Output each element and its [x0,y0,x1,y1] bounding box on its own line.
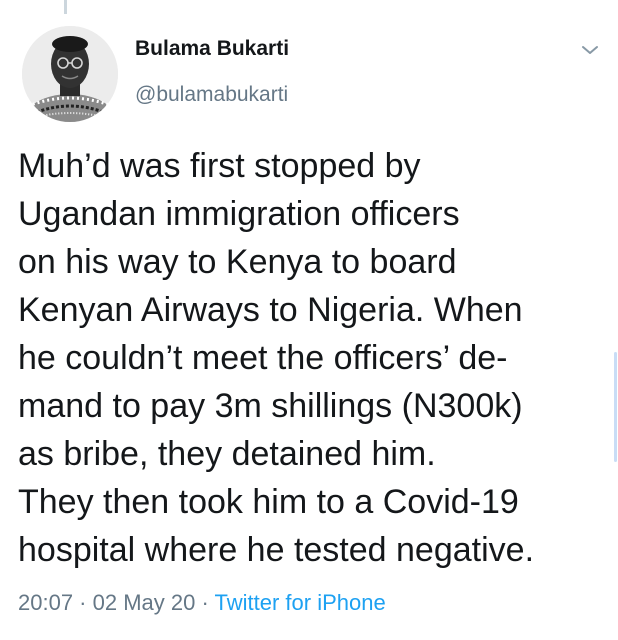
tweet-text-line: he couldn’t meet the officers’ de- [18,339,508,377]
author-display-name[interactable]: Bulama Bukarti [135,37,289,61]
avatar-photo [22,26,118,122]
tweet-text-line: Ugandan immigration officers [18,195,460,233]
chevron-down-icon [582,46,598,54]
tweet-text-line: on his way to Kenya to board [18,243,457,281]
tweet-text-line: Muh’d was first stopped by [18,147,421,185]
thread-connector-line [64,0,67,14]
tweet-text: Muh’d was first stopped by Ugandan immig… [18,142,610,574]
meta-separator: · [195,590,215,615]
tweet-text-line: hospital where he tested negative. [18,531,535,569]
tweet-text-line: as bribe, they detained him. [18,435,436,473]
avatar[interactable] [22,26,118,122]
author-handle[interactable]: @bulamabukarti [135,83,288,107]
scrollbar[interactable] [614,352,617,462]
tweet-time[interactable]: 20:07 [18,590,73,615]
tweet-meta: 20:07 · 02 May 20 · Twitter for iPhone [18,590,386,616]
tweet-menu-button[interactable] [578,40,602,60]
tweet-source-link[interactable]: Twitter for iPhone [215,590,386,615]
tweet-text-line: They then took him to a Covid-19 [18,483,519,521]
tweet-text-line: mand to pay 3m shillings (N300k) [18,387,523,425]
tweet-text-line: Kenyan Airways to Nigeria. When [18,291,523,329]
tweet-date[interactable]: 02 May 20 [93,590,196,615]
meta-separator: · [73,590,93,615]
